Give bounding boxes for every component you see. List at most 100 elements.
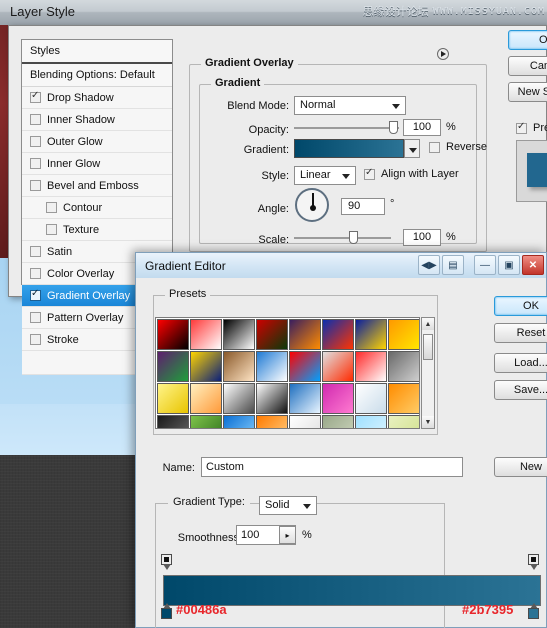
preset-swatch[interactable] — [322, 383, 354, 414]
scrollbar-thumb[interactable] — [423, 334, 433, 360]
gradient-editor-titlebar[interactable]: Gradient Editor ◀▶ ▤ — ▣ ✕ — [135, 252, 547, 278]
preset-swatch[interactable] — [223, 383, 255, 414]
preset-swatch[interactable] — [157, 383, 189, 414]
effect-checkbox[interactable] — [30, 268, 41, 279]
effect-checkbox[interactable] — [30, 114, 41, 125]
ok-button[interactable]: OK — [508, 30, 547, 50]
maximize-icon[interactable]: ▣ — [498, 255, 520, 275]
name-input[interactable]: Custom — [201, 457, 463, 477]
preset-swatch[interactable] — [256, 415, 288, 428]
reverse-checkbox-box[interactable] — [429, 141, 440, 153]
preset-swatch[interactable] — [190, 319, 222, 350]
smoothness-stepper[interactable]: ▸ — [279, 526, 296, 544]
preset-swatch[interactable] — [355, 415, 387, 428]
preset-swatch[interactable] — [190, 415, 222, 428]
presets-scrollbar[interactable]: ▲ ▼ — [421, 317, 435, 429]
preset-swatch[interactable] — [223, 319, 255, 350]
color-stop-start[interactable] — [161, 603, 172, 620]
effect-row-inner-shadow[interactable]: Inner Shadow — [22, 109, 172, 131]
effect-checkbox[interactable] — [30, 90, 41, 103]
effect-row-outer-glow[interactable]: Outer Glow — [22, 131, 172, 153]
effect-checkbox[interactable] — [30, 288, 41, 301]
effect-row-contour[interactable]: Contour — [22, 197, 172, 219]
blending-options-row[interactable]: Blending Options: Default — [22, 64, 172, 87]
preset-swatch[interactable] — [289, 319, 321, 350]
preset-swatch[interactable] — [322, 415, 354, 428]
scale-slider[interactable] — [294, 229, 391, 246]
angle-dial[interactable] — [295, 188, 329, 222]
close-icon[interactable]: ✕ — [522, 255, 544, 275]
effect-checkbox[interactable] — [46, 202, 57, 213]
color-stop-end[interactable] — [528, 603, 539, 620]
preset-swatch[interactable] — [190, 383, 222, 414]
preset-swatch[interactable] — [256, 351, 288, 382]
preset-swatch[interactable] — [322, 351, 354, 382]
preset-swatch[interactable] — [388, 351, 419, 382]
reverse-checkbox[interactable]: Reverse — [429, 141, 487, 153]
preset-swatch[interactable] — [388, 415, 419, 428]
preset-swatch[interactable] — [157, 351, 189, 382]
preset-swatch[interactable] — [355, 383, 387, 414]
preset-swatch[interactable] — [223, 415, 255, 428]
preset-swatch[interactable] — [157, 319, 189, 350]
preset-swatch[interactable] — [256, 319, 288, 350]
preview-checkbox-box[interactable] — [516, 121, 527, 134]
effect-row-inner-glow[interactable]: Inner Glow — [22, 153, 172, 175]
opacity-slider[interactable] — [294, 119, 399, 136]
load--button[interactable]: Load... — [494, 353, 547, 373]
gradient-preview-bar[interactable] — [294, 139, 404, 158]
angle-input[interactable]: 90 — [341, 198, 385, 215]
presets-swatch-box[interactable] — [155, 317, 420, 429]
effect-row-drop-shadow[interactable]: Drop Shadow — [22, 87, 172, 109]
styles-list[interactable]: Styles Blending Options: Default Drop Sh… — [21, 39, 173, 375]
blend-mode-select[interactable]: Normal — [294, 96, 406, 115]
opacity-input[interactable]: 100 — [403, 119, 441, 136]
align-with-layer-checkbox[interactable]: Align with Layer — [364, 167, 459, 180]
preset-swatch[interactable] — [322, 319, 354, 350]
color-stop-start-swatch — [161, 608, 172, 619]
preset-swatch[interactable] — [289, 351, 321, 382]
effect-checkbox[interactable] — [30, 136, 41, 147]
preset-swatch[interactable] — [289, 383, 321, 414]
gradient-dropdown-button[interactable] — [404, 139, 420, 158]
preview-checkbox[interactable]: Preview — [516, 121, 547, 134]
preset-swatch[interactable] — [289, 415, 321, 428]
effect-checkbox[interactable] — [30, 334, 41, 345]
save--button[interactable]: Save... — [494, 380, 547, 400]
effect-checkbox[interactable] — [30, 312, 41, 323]
scale-input[interactable]: 100 — [403, 229, 441, 246]
effect-checkbox[interactable] — [30, 158, 41, 169]
align-with-layer-checkbox-box[interactable] — [364, 167, 375, 180]
opacity-stop-end[interactable] — [528, 554, 539, 572]
presets-menu-arrow-icon[interactable] — [437, 48, 449, 60]
preset-swatch[interactable] — [256, 383, 288, 414]
minimize-icon[interactable]: — — [474, 255, 496, 275]
scale-slider-knob[interactable] — [349, 231, 358, 244]
collapse-expand-icon[interactable]: ◀▶ — [418, 255, 440, 275]
effect-checkbox[interactable] — [30, 246, 41, 257]
new-style--button[interactable]: New Style... — [508, 82, 547, 102]
reset-button[interactable]: Reset — [494, 323, 547, 343]
style-select[interactable]: Linear — [294, 166, 356, 185]
scroll-down-icon[interactable]: ▼ — [422, 416, 434, 428]
scroll-up-icon[interactable]: ▲ — [422, 318, 434, 330]
preset-swatch[interactable] — [223, 351, 255, 382]
preset-swatch[interactable] — [355, 319, 387, 350]
ok-button[interactable]: OK — [494, 296, 547, 316]
preset-swatch[interactable] — [157, 415, 189, 428]
opacity-slider-knob[interactable] — [389, 121, 398, 134]
effect-checkbox[interactable] — [30, 180, 41, 191]
dock-icon[interactable]: ▤ — [442, 255, 464, 275]
layer-style-titlebar[interactable]: Layer Style 思缘设计论坛 WWW.MISSYUAN.COM — [0, 0, 547, 25]
preset-swatch[interactable] — [388, 319, 419, 350]
preset-swatch[interactable] — [388, 383, 419, 414]
effect-row-bevel-and-emboss[interactable]: Bevel and Emboss — [22, 175, 172, 197]
cancel-button[interactable]: Cancel — [508, 56, 547, 76]
gradient-type-select[interactable]: Solid — [259, 496, 317, 515]
preset-swatch[interactable] — [190, 351, 222, 382]
preset-swatch[interactable] — [355, 351, 387, 382]
effect-row-texture[interactable]: Texture — [22, 219, 172, 241]
opacity-stop-start[interactable] — [161, 554, 172, 572]
effect-checkbox[interactable] — [46, 224, 57, 235]
new-button[interactable]: New — [494, 457, 547, 477]
